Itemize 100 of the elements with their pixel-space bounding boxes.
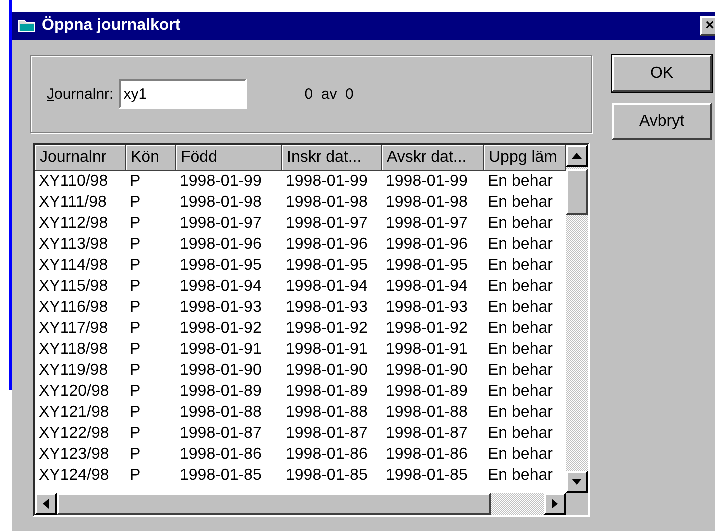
- table-cell: 1998-01-90: [180, 362, 262, 379]
- table-cell: P: [130, 215, 141, 232]
- vertical-scrollbar[interactable]: [566, 145, 588, 493]
- table-cell: 1998-01-95: [286, 257, 368, 274]
- table-cell: XY117/98: [39, 320, 108, 337]
- result-count: 0 av 0: [304, 86, 354, 102]
- table-cell: 1998-01-89: [386, 383, 468, 400]
- table-cell: 1998-01-86: [180, 446, 262, 463]
- table-cell: 1998-01-99: [180, 173, 262, 190]
- table-cell: XY123/98: [39, 446, 110, 463]
- table-cell: XY122/98: [39, 425, 110, 442]
- table-cell: 1998-01-86: [386, 446, 468, 463]
- table-cell: En behar: [488, 446, 553, 463]
- column-header[interactable]: Uppg läm: [484, 145, 566, 171]
- table-cell: 1998-01-96: [180, 236, 262, 253]
- table-cell: 1998-01-98: [180, 194, 262, 211]
- journal-number-field[interactable]: xy1: [118, 79, 247, 109]
- table-cell: 1998-01-92: [386, 320, 468, 337]
- horizontal-scrollbar[interactable]: [35, 493, 566, 515]
- table-cell: XY121/98: [39, 404, 110, 421]
- table-cell: En behar: [488, 404, 553, 421]
- scroll-thumb[interactable]: [566, 169, 588, 215]
- table-cell: 1998-01-98: [286, 194, 368, 211]
- table-cell: XY112/98: [39, 215, 108, 232]
- table-cell: XY116/98: [39, 299, 108, 316]
- table-cell: 1998-01-95: [180, 257, 262, 274]
- table-cell: P: [130, 236, 141, 253]
- table-cell: En behar: [488, 173, 553, 190]
- scroll-right-icon[interactable]: [544, 493, 566, 515]
- scrollbar-corner: [566, 493, 588, 515]
- table-cell: 1998-01-92: [286, 320, 368, 337]
- table-cell: 1998-01-85: [286, 467, 368, 484]
- table-cell: En behar: [488, 362, 553, 379]
- table-cell: 1998-01-93: [286, 299, 368, 316]
- folder-icon: [18, 19, 36, 33]
- column-header[interactable]: Avskr dat...: [382, 145, 484, 171]
- table-cell: P: [130, 425, 141, 442]
- table-cell: 1998-01-94: [180, 278, 262, 295]
- column-header[interactable]: Inskr dat...: [282, 145, 382, 171]
- table-cell: XY115/98: [39, 278, 108, 295]
- column-header[interactable]: Kön: [126, 145, 176, 171]
- table-cell: 1998-01-95: [386, 257, 468, 274]
- table-cell: 1998-01-99: [286, 173, 368, 190]
- table-cell: 1998-01-88: [286, 404, 368, 421]
- table-cell: P: [130, 194, 141, 211]
- table-cell: XY119/98: [39, 362, 108, 379]
- table-cell: 1998-01-96: [286, 236, 368, 253]
- table-cell: 1998-01-88: [180, 404, 262, 421]
- table-cell: 1998-01-98: [386, 194, 468, 211]
- table-cell: 1998-01-85: [386, 467, 468, 484]
- table-cell: P: [130, 341, 141, 358]
- scroll-thumb[interactable]: [57, 493, 491, 515]
- table-cell: 1998-01-90: [386, 362, 468, 379]
- table-cell: P: [130, 467, 141, 484]
- table-cell: 1998-01-88: [386, 404, 468, 421]
- column-header[interactable]: Journalnr: [35, 145, 126, 171]
- table-cell: 1998-01-87: [180, 425, 262, 442]
- scroll-up-icon[interactable]: [566, 145, 588, 167]
- table-cell: 1998-01-97: [386, 215, 468, 232]
- table-cell: 1998-01-90: [286, 362, 368, 379]
- table-cell: En behar: [488, 278, 553, 295]
- table-cell: 1998-01-86: [286, 446, 368, 463]
- table-cell: XY124/98: [39, 467, 110, 484]
- table-cell: En behar: [488, 425, 553, 442]
- table-cell: P: [130, 257, 141, 274]
- table-cell: P: [130, 299, 141, 316]
- close-button[interactable]: ×: [700, 16, 715, 36]
- table-cell: P: [130, 383, 141, 400]
- field-label: Journalnr:: [47, 86, 114, 102]
- cancel-button[interactable]: Avbryt: [612, 103, 712, 140]
- table-cell: 1998-01-93: [386, 299, 468, 316]
- table-cell: En behar: [488, 194, 553, 211]
- table-cell: 1998-01-94: [386, 278, 468, 295]
- table-cell: En behar: [488, 236, 553, 253]
- table-cell: 1998-01-85: [180, 467, 262, 484]
- table-cell: XY113/98: [39, 236, 108, 253]
- table-cell: En behar: [488, 467, 553, 484]
- table-cell: 1998-01-91: [286, 341, 368, 358]
- table-cell: 1998-01-87: [386, 425, 468, 442]
- table-cell: P: [130, 446, 141, 463]
- table-cell: En behar: [488, 215, 553, 232]
- table-cell: 1998-01-91: [180, 341, 262, 358]
- table-cell: En behar: [488, 341, 553, 358]
- table-cell: P: [130, 362, 141, 379]
- table-cell: XY118/98: [39, 341, 108, 358]
- table-cell: 1998-01-94: [286, 278, 368, 295]
- table-cell: En behar: [488, 257, 553, 274]
- table-cell: 1998-01-93: [180, 299, 262, 316]
- scroll-left-icon[interactable]: [35, 493, 57, 515]
- table-cell: 1998-01-87: [286, 425, 368, 442]
- table-cell: 1998-01-97: [286, 215, 368, 232]
- table-cell: P: [130, 404, 141, 421]
- table-cell: XY114/98: [39, 257, 108, 274]
- scroll-down-icon[interactable]: [566, 471, 588, 493]
- ok-button[interactable]: OK: [612, 55, 712, 92]
- table-cell: 1998-01-99: [386, 173, 468, 190]
- table-cell: XY110/98: [39, 173, 108, 190]
- table-cell: XY120/98: [39, 383, 110, 400]
- table-cell: 1998-01-96: [386, 236, 468, 253]
- column-header[interactable]: Född: [176, 145, 282, 171]
